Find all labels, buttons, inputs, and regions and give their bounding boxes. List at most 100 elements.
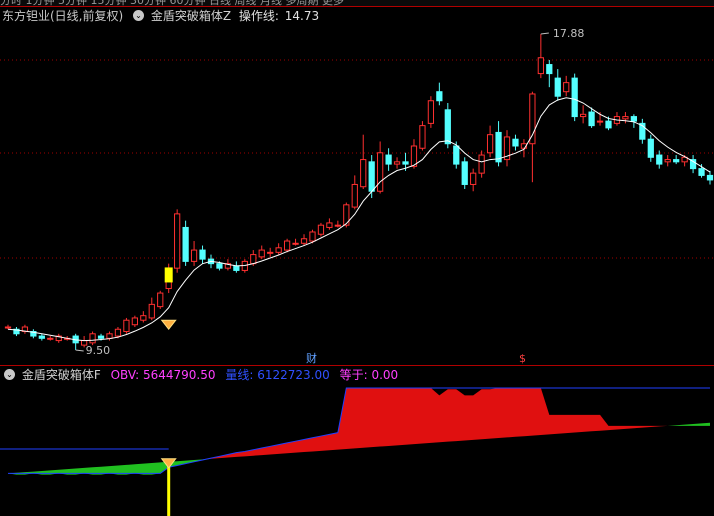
- sub-header: ⌄ 金盾突破箱体F OBV: 5644790.50 量线: 6122723.00…: [2, 367, 398, 383]
- operation-label: 操作线:: [238, 9, 279, 23]
- candle-body: [131, 317, 138, 326]
- candle: [300, 234, 308, 246]
- candle: [639, 118, 646, 144]
- indicator-settings-icon[interactable]: ⌄: [133, 10, 145, 21]
- candle-body: [216, 263, 223, 269]
- financial-report-marker: 财: [306, 351, 317, 365]
- candle-body: [393, 161, 401, 165]
- candle: [622, 112, 629, 124]
- stock-title: 东方钽业(日线,前复权): [2, 9, 124, 23]
- candle: [529, 91, 536, 183]
- obv-label: OBV: 5644790.50: [110, 368, 216, 382]
- candle-body: [89, 333, 96, 344]
- candle-body: [258, 249, 265, 258]
- obv-value: 5644790.50: [142, 368, 216, 382]
- eq-label: 等于: 0.00: [339, 368, 399, 382]
- candle-body: [647, 138, 654, 158]
- kline-chart[interactable]: 17.88 9.50 财 $: [0, 0, 714, 516]
- candle: [580, 105, 587, 124]
- candle: [258, 245, 265, 260]
- candle: [495, 121, 502, 167]
- candle: [47, 336, 54, 341]
- candle-body: [453, 145, 460, 165]
- candle: [148, 297, 155, 321]
- candle: [377, 141, 384, 194]
- candle-body: [233, 265, 240, 271]
- candle: [13, 326, 20, 337]
- sub-indicator-name[interactable]: 金盾突破箱体F: [22, 368, 101, 382]
- candle-body: [4, 326, 12, 329]
- operation-line: [7, 97, 711, 342]
- candle-body: [267, 251, 274, 254]
- candle: [664, 155, 671, 167]
- candle-body: [622, 116, 629, 120]
- candle-body: [402, 161, 409, 165]
- candle: [292, 238, 299, 246]
- operation-value: 14.73: [284, 9, 320, 23]
- candle: [326, 218, 333, 230]
- candle: [4, 324, 12, 330]
- candle: [360, 134, 367, 189]
- candle-body: [106, 333, 113, 339]
- candle-body: [563, 82, 570, 93]
- candle: [630, 114, 638, 128]
- low-price-label: 9.50: [86, 344, 111, 357]
- candle: [233, 261, 240, 273]
- candle-body: [419, 125, 426, 149]
- candle-body: [38, 335, 45, 339]
- candle: [182, 220, 189, 266]
- candle-body: [275, 247, 282, 253]
- candle-body: [148, 303, 155, 319]
- candle: [706, 170, 714, 185]
- candle-body: [283, 240, 291, 251]
- candle-body: [461, 161, 468, 185]
- candle-body: [309, 231, 316, 242]
- candle-body: [174, 213, 181, 269]
- candle: [334, 220, 341, 228]
- candle: [157, 290, 164, 309]
- candle-body: [385, 154, 392, 165]
- candle: [55, 333, 62, 343]
- candle: [131, 315, 138, 327]
- candle-body: [427, 100, 435, 124]
- candle-body: [529, 93, 536, 145]
- candle-body: [334, 224, 341, 227]
- candle-body: [554, 77, 561, 97]
- candle-body: [664, 159, 671, 163]
- sub-indicator-settings-icon[interactable]: ⌄: [4, 369, 15, 380]
- candle-body: [47, 337, 54, 340]
- candle-body: [182, 226, 189, 262]
- candle: [461, 157, 468, 189]
- candle-body: [140, 315, 147, 321]
- candle: [563, 75, 570, 97]
- candle: [419, 121, 426, 151]
- signal-bar: [164, 267, 173, 283]
- candle: [174, 209, 181, 273]
- candle-body: [360, 159, 367, 188]
- candle-body: [698, 168, 705, 176]
- signal-vertical-bar: [167, 461, 171, 516]
- candle-body: [97, 335, 105, 339]
- candle: [503, 130, 511, 167]
- high-marker: 17.88: [540, 27, 584, 40]
- candle-body: [377, 152, 384, 192]
- candle: [647, 134, 654, 162]
- candle: [546, 60, 553, 88]
- obv-positive-area: [8, 388, 710, 474]
- signal-diamond-icon: [160, 319, 177, 331]
- candle-body: [706, 174, 714, 181]
- candle: [38, 333, 45, 341]
- qty-value: 6122723.00: [257, 368, 330, 382]
- candle-body: [580, 113, 587, 118]
- candle: [673, 155, 680, 165]
- candle-body: [190, 249, 198, 262]
- candle-body: [368, 161, 375, 192]
- candle: [689, 155, 697, 174]
- candle: [393, 157, 401, 169]
- candle: [351, 175, 358, 210]
- indicator-name[interactable]: 金盾突破箱体Z: [151, 9, 231, 23]
- candle: [571, 73, 578, 122]
- candle-body: [292, 242, 299, 245]
- low-marker: 9.50: [75, 344, 111, 357]
- candle-body: [444, 109, 451, 145]
